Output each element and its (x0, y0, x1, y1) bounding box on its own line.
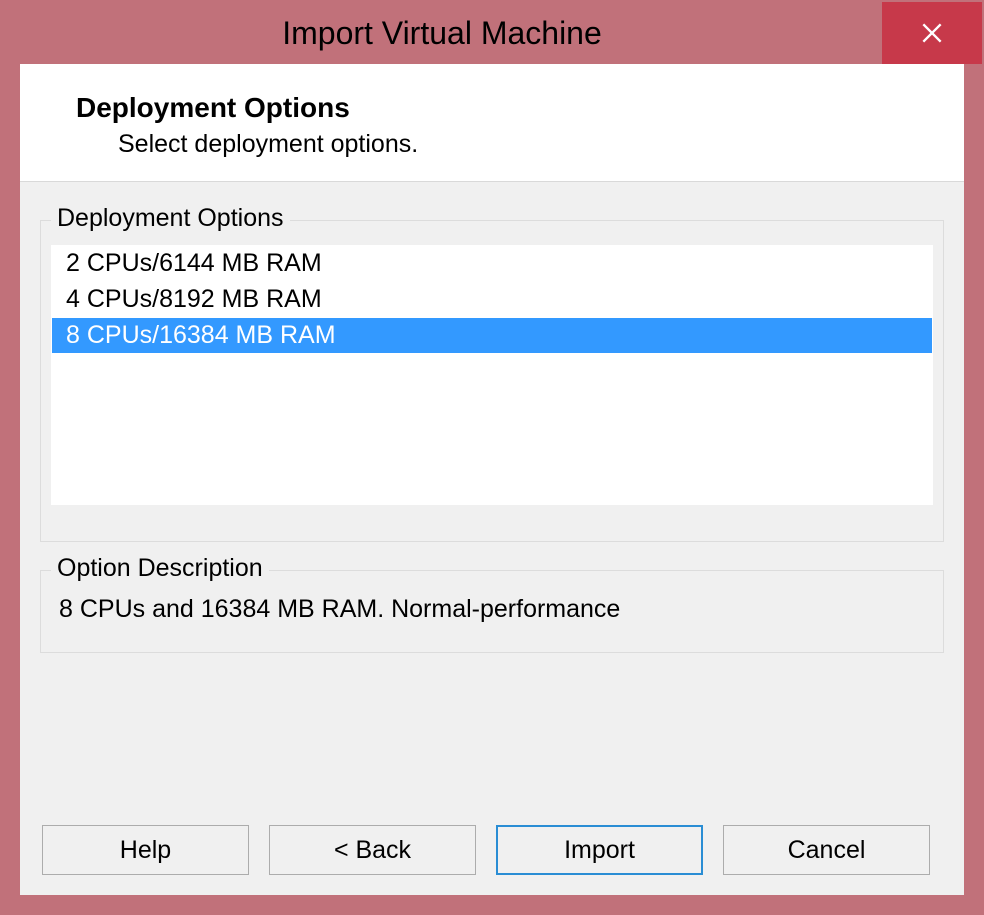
back-button[interactable]: < Back (269, 825, 476, 875)
option-description-text: 8 CPUs and 16384 MB RAM. Normal-performa… (51, 581, 933, 642)
option-description-legend: Option Description (51, 554, 269, 583)
window-title: Import Virtual Machine (2, 15, 882, 52)
page-subtitle: Select deployment options. (118, 130, 924, 159)
header-area: Deployment Options Select deployment opt… (20, 64, 964, 182)
deployment-options-listbox[interactable]: 2 CPUs/6144 MB RAM4 CPUs/8192 MB RAM8 CP… (51, 245, 933, 505)
cancel-button[interactable]: Cancel (723, 825, 930, 875)
list-item[interactable]: 2 CPUs/6144 MB RAM (52, 246, 932, 282)
dialog-window: Import Virtual Machine Deployment Option… (0, 0, 984, 915)
dialog-body: Deployment Options Select deployment opt… (20, 64, 964, 895)
help-button[interactable]: Help (42, 825, 249, 875)
option-description-group: Option Description 8 CPUs and 16384 MB R… (40, 570, 944, 653)
deployment-options-group: Deployment Options 2 CPUs/6144 MB RAM4 C… (40, 220, 944, 542)
deployment-options-legend: Deployment Options (51, 204, 290, 233)
titlebar: Import Virtual Machine (2, 2, 982, 64)
close-button[interactable] (882, 2, 982, 64)
button-row: Help < Back Import Cancel (40, 817, 944, 881)
list-item[interactable]: 8 CPUs/16384 MB RAM (52, 318, 932, 354)
spacer (40, 681, 944, 789)
page-title: Deployment Options (76, 92, 924, 124)
content-area: Deployment Options 2 CPUs/6144 MB RAM4 C… (20, 182, 964, 895)
import-button[interactable]: Import (496, 825, 703, 875)
list-item[interactable]: 4 CPUs/8192 MB RAM (52, 282, 932, 318)
close-icon (919, 20, 945, 46)
